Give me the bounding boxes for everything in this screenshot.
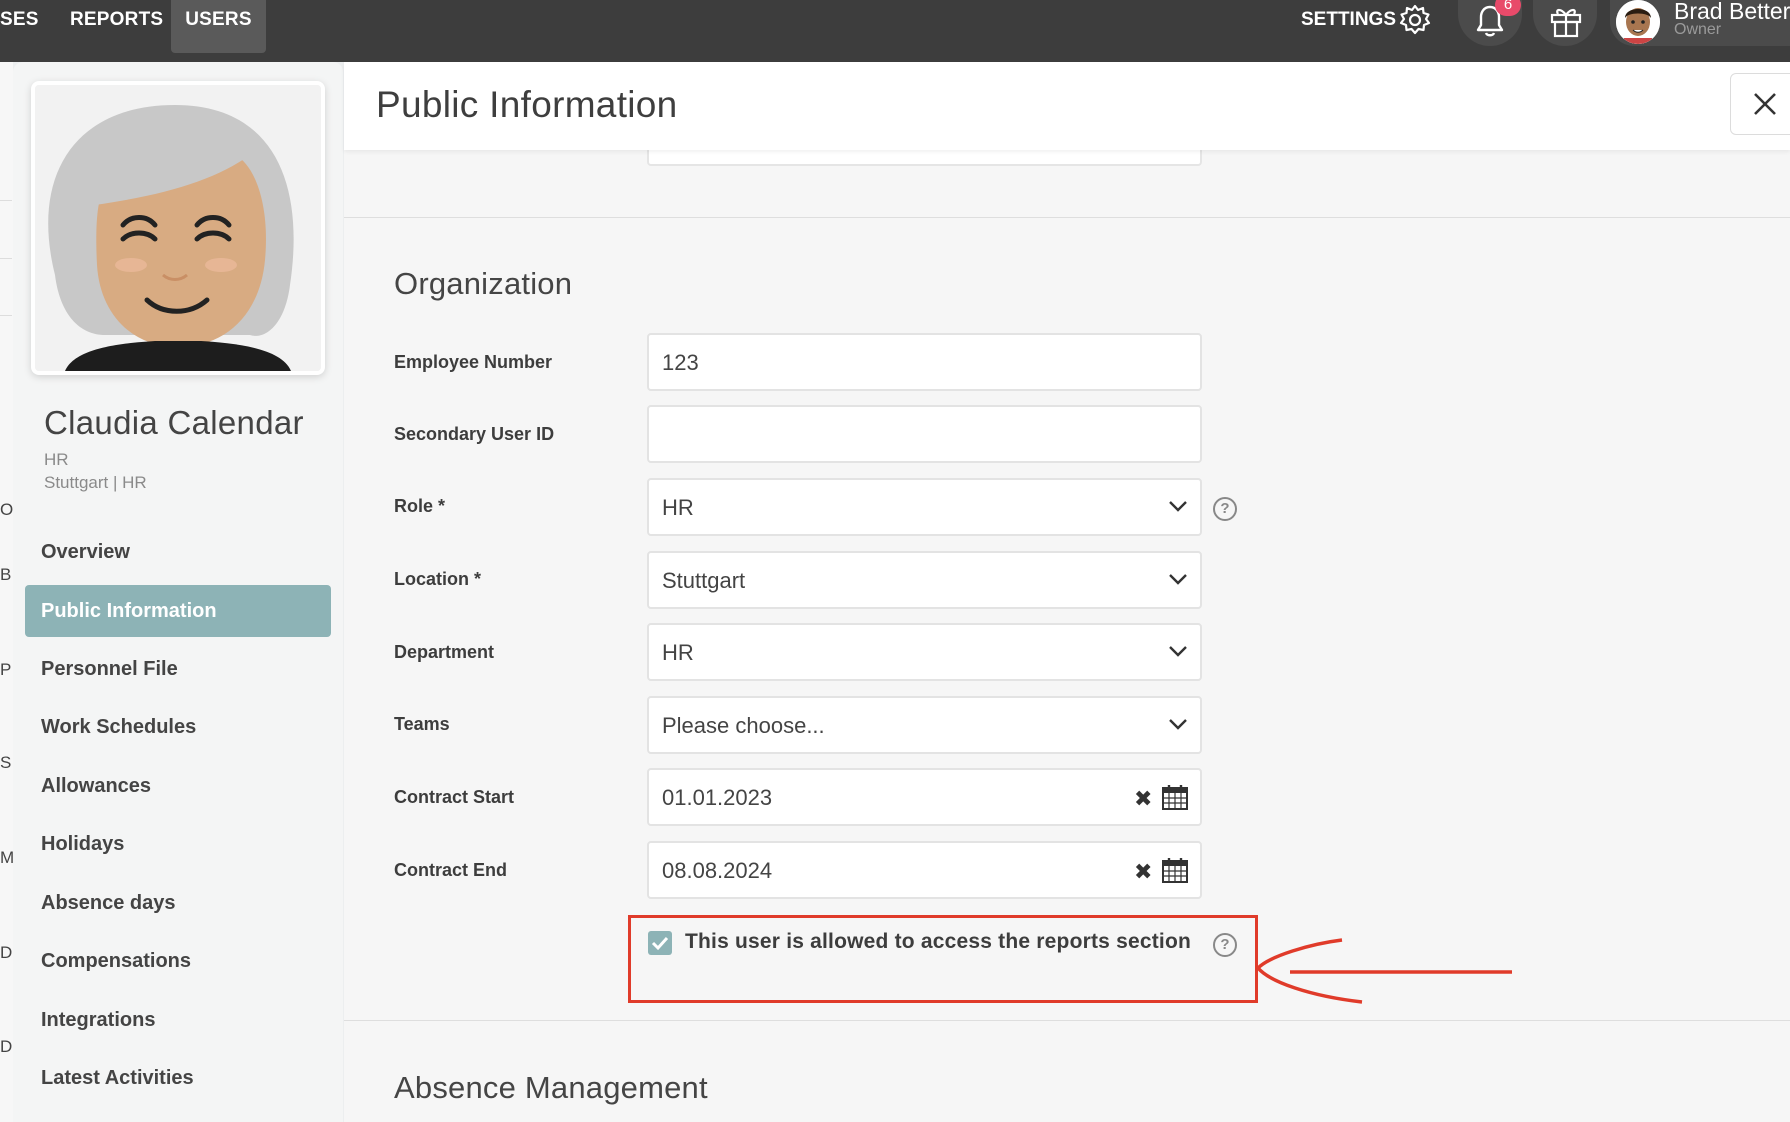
- arrow-annotation-icon: [1255, 938, 1512, 1004]
- sidebar-item-latest-activities[interactable]: Latest Activities: [25, 1052, 331, 1104]
- chevron-down-icon: [1169, 719, 1187, 730]
- sidebar-item-integrations[interactable]: Integrations: [25, 994, 331, 1046]
- gift-icon: [1550, 8, 1582, 38]
- section-divider: [344, 217, 1790, 218]
- background-text: S: [0, 753, 12, 772]
- section-title-organization: Organization: [394, 266, 573, 301]
- contract-start-input[interactable]: 01.01.2023 ✖: [647, 768, 1202, 826]
- nav-item-reports[interactable]: REPORTS: [70, 0, 163, 62]
- chevron-down-icon: [1169, 574, 1187, 585]
- profile-location-department: Stuttgart | HR: [44, 473, 147, 492]
- secondary-user-id-label: Secondary User ID: [394, 424, 555, 444]
- background-text: O: [0, 500, 14, 519]
- teams-label: Teams: [394, 714, 450, 734]
- role-select[interactable]: HR: [647, 478, 1202, 536]
- sidebar-item-allowances[interactable]: Allowances: [25, 760, 331, 812]
- sidebar-item-holidays[interactable]: Holidays: [25, 818, 331, 870]
- divider: [0, 258, 12, 259]
- department-select[interactable]: HR: [647, 623, 1202, 681]
- chevron-down-icon: [1169, 501, 1187, 512]
- section-divider: [344, 1020, 1790, 1021]
- user-avatar[interactable]: [1616, 0, 1660, 44]
- sidebar-item-work-schedules[interactable]: Work Schedules: [25, 701, 331, 753]
- department-value: HR: [662, 640, 694, 665]
- sidebar-item-absence-days[interactable]: Absence days: [25, 877, 331, 929]
- contract-end-input[interactable]: 08.08.2024 ✖: [647, 841, 1202, 899]
- employee-number-input[interactable]: 123: [647, 333, 1202, 391]
- clear-date-icon[interactable]: ✖: [1134, 786, 1152, 812]
- contract-start-label: Contract Start: [394, 787, 515, 807]
- nav-item-users[interactable]: USERS: [171, 0, 266, 53]
- background-text: B: [0, 565, 12, 584]
- background-text: P: [0, 660, 12, 679]
- contract-start-value: 01.01.2023: [662, 785, 773, 810]
- settings-link[interactable]: SETTINGS: [1301, 8, 1396, 32]
- background-text: D: [0, 943, 13, 962]
- profile-avatar-image: [35, 85, 321, 371]
- profile-role: HR: [44, 450, 69, 469]
- highlight-box: [628, 915, 1258, 1003]
- secondary-user-id-input[interactable]: [647, 405, 1202, 463]
- page-title: Public Information: [376, 84, 678, 125]
- employee-number-label: Employee Number: [394, 352, 553, 372]
- sidebar-item-personnel-file[interactable]: Personnel File: [25, 643, 331, 695]
- role-help-icon[interactable]: ?: [1213, 497, 1237, 521]
- teams-value: Please choose...: [662, 713, 825, 738]
- background-page-strip: [0, 62, 13, 1122]
- close-icon: [1754, 93, 1776, 115]
- background-text: D: [0, 1037, 13, 1056]
- user-role: Owner: [1674, 21, 1722, 38]
- avatar-image: [1616, 0, 1660, 44]
- contract-end-label: Contract End: [394, 860, 508, 880]
- divider: [0, 315, 12, 316]
- sidebar-item-compensations[interactable]: Compensations: [25, 935, 331, 987]
- section-title-absence-management: Absence Management: [394, 1070, 708, 1105]
- chevron-down-icon: [1169, 646, 1187, 657]
- role-value: HR: [662, 495, 694, 520]
- contract-end-value: 08.08.2024: [662, 858, 773, 883]
- nav-item-ses[interactable]: SES: [0, 0, 39, 62]
- role-label: Role *: [394, 496, 446, 516]
- clear-date-icon[interactable]: ✖: [1134, 859, 1152, 885]
- location-value: Stuttgart: [662, 568, 746, 593]
- location-label: Location *: [394, 569, 482, 589]
- employee-number-value: 123: [662, 350, 699, 375]
- profile-name: Claudia Calendar: [44, 404, 304, 441]
- divider: [0, 200, 12, 201]
- calendar-icon[interactable]: [1161, 783, 1189, 811]
- close-button[interactable]: [1730, 73, 1790, 135]
- location-select[interactable]: Stuttgart: [647, 551, 1202, 609]
- gear-icon[interactable]: [1398, 3, 1432, 37]
- previous-field: [647, 148, 1202, 166]
- calendar-icon[interactable]: [1161, 856, 1189, 884]
- teams-select[interactable]: Please choose...: [647, 696, 1202, 754]
- sidebar-item-public-information[interactable]: Public Information: [25, 585, 331, 637]
- sidebar-item-overview[interactable]: Overview: [25, 526, 331, 578]
- department-label: Department: [394, 642, 495, 662]
- profile-avatar: [31, 81, 325, 375]
